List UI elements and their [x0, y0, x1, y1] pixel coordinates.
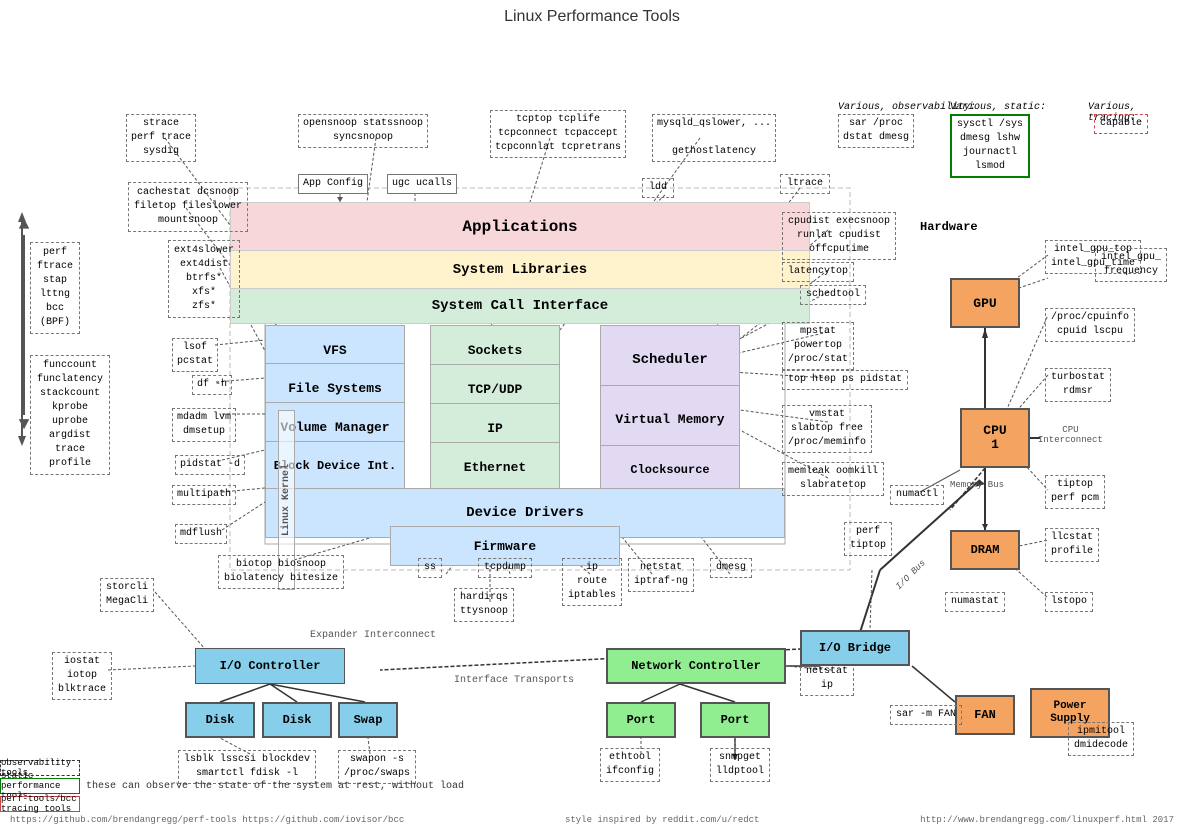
lstopo-box: lstopo [1045, 592, 1093, 612]
funccount-box: funccount funclatency stackcount kprobe … [30, 355, 110, 475]
cpudist-box: cpudist execsnoop runlat cpudist offcput… [782, 212, 896, 260]
expander-interconnect-label: Expander Interconnect [310, 630, 436, 641]
cpu-interconnect-label: CPU Interconnect [1038, 425, 1103, 445]
page-title: Linux Performance Tools [0, 0, 1184, 30]
numactl-box: numactl [890, 485, 944, 505]
memory-bus-label: Memory Bus [950, 480, 1004, 490]
ss-box: ss [418, 558, 442, 578]
intel-gpu-freq-box: intel_gpu_ frequency [1095, 248, 1167, 282]
io-bridge-block: I/O Bridge [800, 630, 910, 666]
network-controller-block: Network Controller [606, 648, 786, 684]
legend-static-box: static performance tools [0, 778, 80, 794]
footer: https://github.com/brendangregg/perf-too… [0, 815, 1184, 825]
various-static-label: Various, static: [950, 102, 1046, 113]
schedtool-box: schedtool [800, 285, 866, 305]
opensnoop-box: opensnoop statssnoop syncsnooop [298, 114, 428, 148]
tcpdump-box: tcpdump [478, 558, 532, 578]
interface-transports-label: Interface Transports [454, 675, 574, 686]
mdadm-box: mdadm lvm dmsetup [172, 408, 236, 442]
dmesg-net-box: dmesg [710, 558, 752, 578]
ethtool-box: ethtool ifconfig [600, 748, 660, 782]
ldd-box: ldd [642, 178, 674, 198]
proc-cpuinfo-box: /proc/cpuinfo cpuid lscpu [1045, 308, 1135, 342]
dram-block: DRAM [950, 530, 1020, 570]
latencytop-box: latencytop [782, 262, 854, 282]
footer-links: https://github.com/brendangregg/perf-too… [10, 815, 404, 825]
io-controller-block: I/O Controller [195, 648, 345, 684]
footer-website: http://www.brendangregg.com/linuxperf.ht… [920, 815, 1174, 825]
legend: observability tools static performance t… [0, 760, 464, 812]
applications-block: Applications [230, 202, 810, 252]
swap-block: Swap [338, 702, 398, 738]
iostat-box: iostat iotop blktrace [52, 652, 112, 700]
mysqld-box: mysqld_qslower, ... gethostlatency [652, 114, 776, 162]
footer-links-text: https://github.com/brendangregg/perf-too… [10, 815, 404, 825]
tiptop-box: tiptop perf pcm [1045, 475, 1105, 509]
fan-block: FAN [955, 695, 1015, 735]
io-bus-label: I/O Bus [894, 558, 928, 592]
mdflush-box: mdflush [175, 524, 227, 544]
legend-static-desc: these can observe the state of the syste… [86, 781, 464, 792]
tcptop-box: tcptop tcplife tcpconnect tcpaccept tcpc… [490, 110, 626, 158]
system-call-block: System Call Interface [230, 288, 810, 324]
ltrace-box: ltrace [780, 174, 830, 194]
disk2-block: Disk [262, 702, 332, 738]
hardware-label: Hardware [920, 220, 978, 234]
disk1-block: Disk [185, 702, 255, 738]
ip-route-box: ip route iptables [562, 558, 622, 606]
ugc-box: ugc ucalls [387, 174, 457, 194]
capable-box: capable [1094, 114, 1148, 134]
memleak-box: memleak oomkill slabratetop [782, 462, 884, 496]
sar-fan-box: sar -m FAN [890, 705, 962, 725]
perf-left-box: perf ftrace stap lttng bcc (BPF) [30, 242, 80, 334]
strace-box: strace perf trace sysdig [126, 114, 196, 162]
storcli-box: storcli MegaCli [100, 578, 154, 612]
footer-style: style inspired by reddit.com/u/redct [565, 815, 759, 825]
port1-block: Port [606, 702, 676, 738]
ipmitool-box: ipmitool dmidecode [1068, 722, 1134, 756]
vmstat-box: vmstat slabtop free /proc/meminfo [782, 405, 872, 453]
ext4slower-box: ext4slower ext4dist btrfs* xfs* zfs* [168, 240, 240, 318]
biotop-box: biotop biosnoop biolatency bitesize [218, 555, 344, 589]
cachestat-box: cachestat dcsnoop filetop fileslower mou… [128, 182, 248, 232]
sysctl-box: sysctl /sys dmesg lshw journactl lsmod [950, 114, 1030, 178]
pidstat-box: pidstat -d [175, 455, 245, 475]
netstat-box: netstat iptraf-ng [628, 558, 694, 592]
lsof-box: lsof pcstat [172, 338, 218, 372]
system-libraries-block: System Libraries [230, 250, 810, 290]
ethernet-block: Ethernet [430, 442, 560, 492]
top-htop-box: top htop ps pidstat [782, 370, 908, 390]
port2-block: Port [700, 702, 770, 738]
legend-tracing-box: perf-tools/bcc tracing tools [0, 796, 80, 812]
snmpget-box: snmpget lldptool [710, 748, 770, 782]
df-box: df -h [192, 375, 232, 395]
llcstat-box: llcstat profile [1045, 528, 1099, 562]
perf-tiptop-box: perf tiptop [844, 522, 892, 556]
hardirqs-box: hardirqs ttysnoop [454, 588, 514, 622]
numastat-box: numastat [945, 592, 1005, 612]
cpu-block: CPU 1 [960, 408, 1030, 468]
mpstat-box: mpstat powertop /proc/stat [782, 322, 854, 370]
sar-box: sar /proc dstat dmesg [838, 114, 914, 148]
app-config-box: App Config [298, 174, 368, 194]
multipath-box: multipath [172, 485, 236, 505]
gpu-block: GPU [950, 278, 1020, 328]
turbostat-box: turbostat rdmsr [1045, 368, 1111, 402]
